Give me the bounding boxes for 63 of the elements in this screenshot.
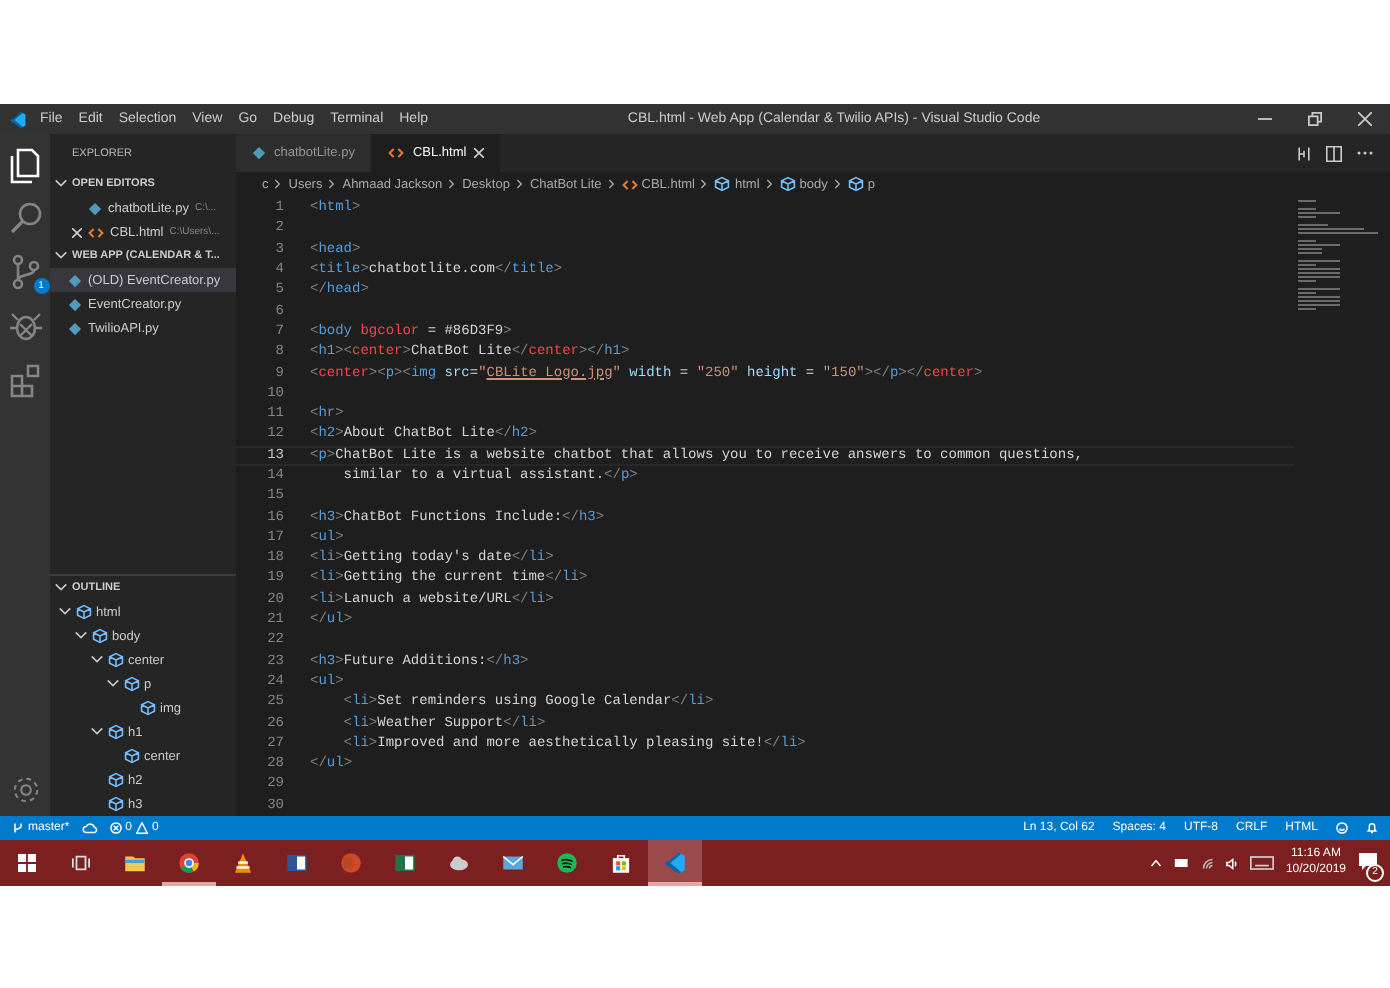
document-app-icon[interactable] [284, 850, 310, 876]
close-icon[interactable] [72, 227, 82, 237]
cube-icon [714, 176, 731, 192]
chevron-icon[interactable] [54, 247, 68, 261]
error-icon [109, 822, 122, 834]
chevron-icon [328, 178, 337, 190]
cube-icon [108, 652, 124, 668]
compare-icon[interactable] [1296, 145, 1312, 161]
chevron-icon [765, 178, 774, 190]
chevron-icon [607, 178, 616, 190]
chevron-icon [515, 178, 524, 190]
cube-icon [847, 176, 864, 192]
blocks-icon[interactable] [5, 360, 45, 400]
cube-icon [108, 724, 124, 740]
close-icon[interactable] [474, 148, 485, 158]
code-brackets-icon [388, 146, 405, 160]
chevron-icon [833, 178, 842, 190]
branch-icon [12, 822, 24, 834]
cube-icon [124, 676, 140, 692]
more-icon[interactable] [1356, 150, 1374, 156]
speaker-icon[interactable] [1225, 857, 1238, 869]
files-icon[interactable] [5, 144, 45, 184]
caret-up-icon[interactable] [1149, 858, 1162, 868]
split-editor-icon[interactable] [1326, 145, 1342, 161]
music-app-icon[interactable] [554, 850, 580, 876]
chevron-icon [274, 178, 283, 190]
browser-icon[interactable] [176, 850, 202, 876]
chevron-icon [700, 178, 709, 190]
wifi-icon[interactable] [1201, 857, 1214, 869]
chevron-icon[interactable] [54, 175, 68, 189]
cube-icon [92, 628, 108, 644]
cloud-upload-icon[interactable] [81, 822, 98, 834]
mail-icon[interactable] [500, 850, 526, 876]
cube-icon [124, 748, 140, 764]
minimize-icon[interactable] [1258, 112, 1272, 126]
restore-icon[interactable] [1308, 112, 1322, 126]
battery-icon[interactable] [1173, 858, 1190, 868]
windows-start-icon[interactable] [18, 854, 36, 872]
warning-icon [136, 822, 149, 834]
task-view-icon[interactable] [72, 854, 90, 872]
python-file-icon [252, 146, 266, 160]
cube-icon [140, 700, 156, 716]
chevron-icon[interactable] [90, 723, 104, 737]
python-file-icon [88, 201, 102, 215]
cube-icon [108, 796, 124, 812]
shopping-bag-icon[interactable] [608, 850, 634, 876]
cube-icon [108, 772, 124, 788]
traffic-cone-icon[interactable] [230, 850, 256, 876]
spreadsheet-app-icon[interactable] [392, 850, 418, 876]
code-brackets-icon [88, 225, 104, 239]
smiley-icon[interactable] [1336, 822, 1348, 834]
bell-icon[interactable] [1366, 822, 1378, 834]
cube-icon [779, 176, 796, 192]
code-editor-icon[interactable] [8, 109, 28, 129]
chevron-icon [448, 178, 457, 190]
code-brackets-icon [621, 177, 638, 191]
code-editor-icon[interactable] [662, 850, 688, 876]
notification-icon[interactable] [1358, 851, 1378, 871]
cube-icon [76, 604, 92, 620]
close-icon[interactable] [1358, 112, 1372, 126]
settings-icon[interactable] [9, 774, 41, 806]
search-icon[interactable] [5, 198, 45, 238]
keyboard-icon[interactable] [1249, 856, 1274, 870]
